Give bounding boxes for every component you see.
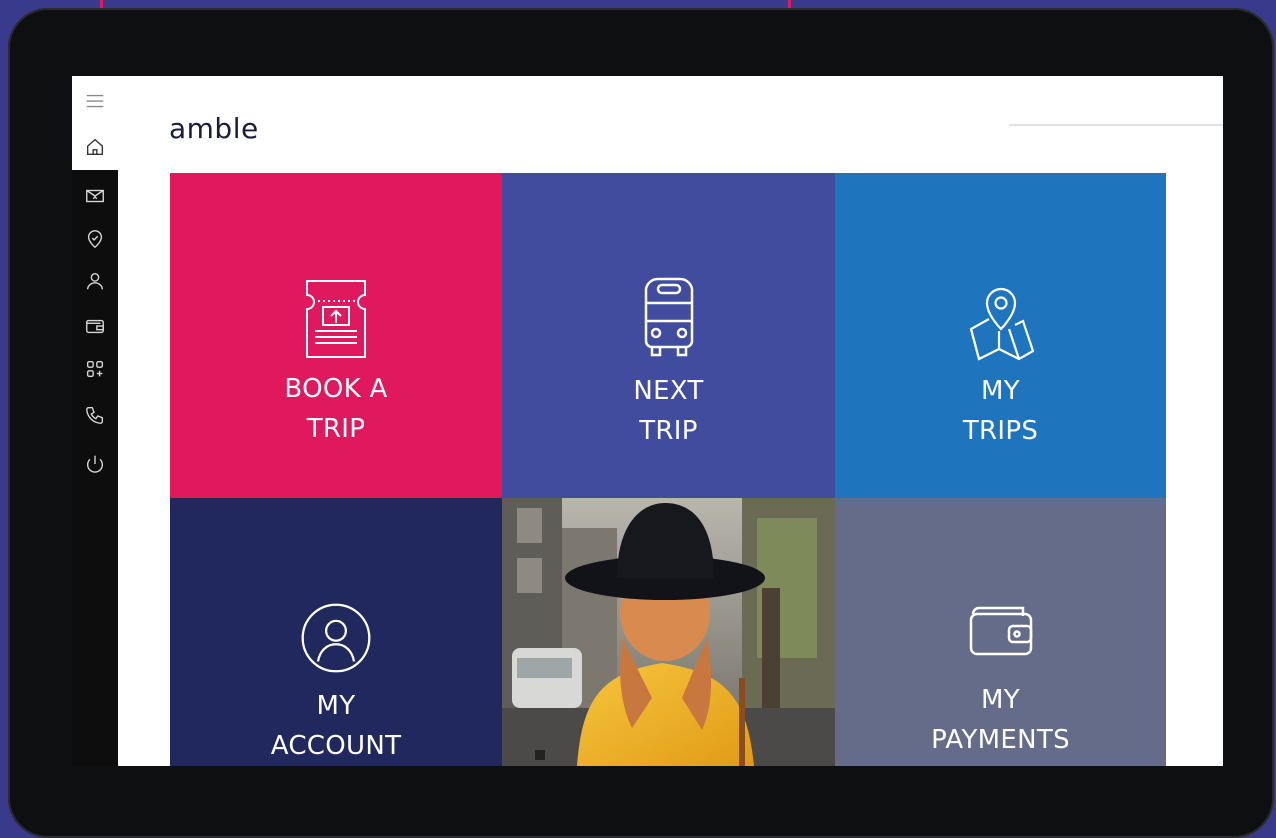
apps-icon[interactable]	[82, 356, 108, 382]
app-logo: amble	[169, 112, 259, 145]
app-screen: amble BOOK A TRIP NEXT TRIP MY TRIPS MY …	[72, 76, 1223, 766]
next-trip-label: NEXT TRIP	[633, 376, 704, 446]
power-icon[interactable]	[82, 451, 108, 477]
my-account-label: MY ACCOUNT	[270, 691, 402, 761]
account-icon	[301, 603, 371, 673]
photo-woman-hat	[502, 498, 835, 766]
book-trip-label: BOOK A TRIP	[284, 374, 388, 444]
my-trips-label: MY TRIPS	[962, 376, 1039, 446]
book-trip-tile[interactable]: BOOK A TRIP	[170, 173, 502, 498]
phone-icon[interactable]	[82, 402, 108, 428]
header-divider	[1009, 124, 1223, 126]
tablet-frame: amble BOOK A TRIP NEXT TRIP MY TRIPS MY …	[8, 8, 1274, 838]
wallet-icon[interactable]	[82, 313, 108, 339]
bus-icon	[644, 277, 693, 357]
map-pin-icon	[969, 287, 1034, 361]
ticket-icon	[306, 280, 366, 358]
wallet-icon	[969, 606, 1032, 656]
sidebar	[72, 76, 118, 766]
mail-icon[interactable]	[82, 183, 108, 209]
home-icon[interactable]	[82, 134, 108, 160]
my-payments-label: MY PAYMENTS	[931, 685, 1070, 755]
my-payments-tile[interactable]: MY PAYMENTS	[835, 498, 1166, 766]
user-icon[interactable]	[82, 268, 108, 294]
my-trips-tile[interactable]: MY TRIPS	[835, 173, 1166, 498]
location-icon[interactable]	[82, 226, 108, 252]
next-trip-tile[interactable]: NEXT TRIP	[502, 173, 835, 498]
dashboard-grid: BOOK A TRIP NEXT TRIP MY TRIPS MY ACCOUN…	[170, 173, 1166, 766]
my-account-tile[interactable]: MY ACCOUNT	[170, 498, 502, 766]
menu-icon[interactable]	[82, 88, 108, 114]
